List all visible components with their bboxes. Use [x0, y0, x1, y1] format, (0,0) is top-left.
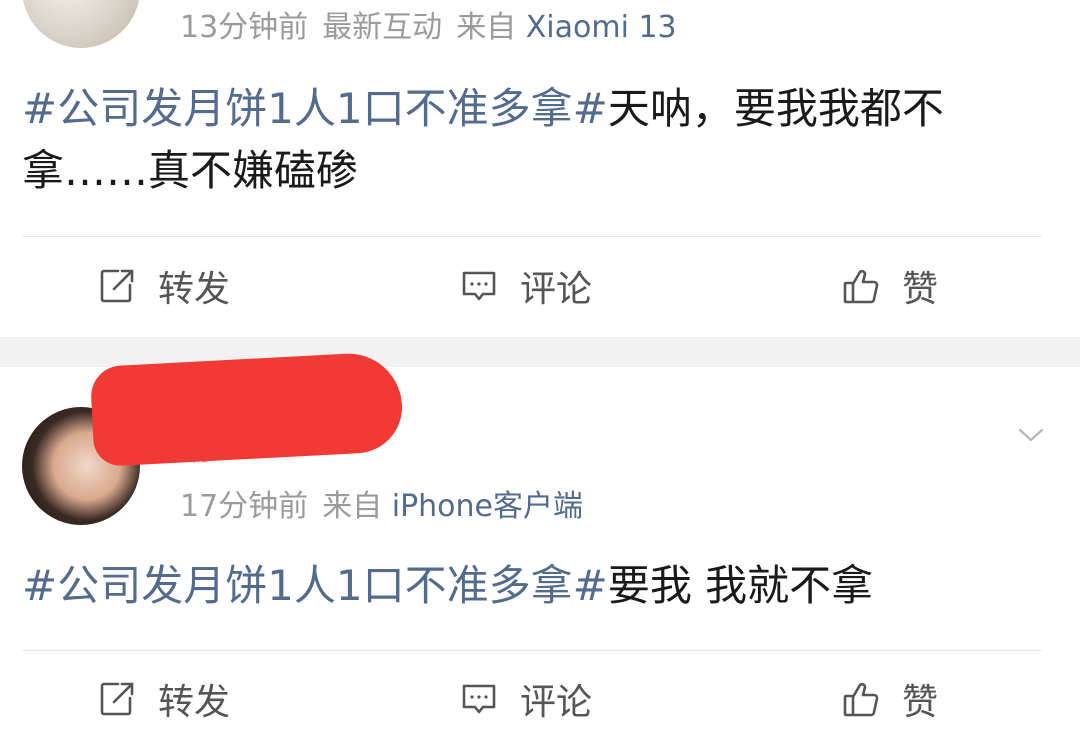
comment-icon — [462, 271, 496, 301]
comment-button[interactable]: 评论 — [460, 669, 592, 729]
post-card: 13分钟前 最新互动 来自 Xiaomi 13 #公司发月饼1人1口不准多拿#天呐，… — [0, 0, 1080, 337]
divider — [22, 650, 1042, 651]
hashtag-link[interactable]: #公司发月饼1人1口不准多拿# — [22, 561, 608, 610]
redaction-mark — [89, 350, 405, 468]
post-card: 娟 17分钟前来自 iPhone客户端 #公司发月饼1人1口不准多拿#要我 我就… — [0, 350, 1080, 750]
divider — [22, 236, 1042, 237]
action-bar: 转发 评论 赞 — [0, 669, 1080, 729]
action-bar: 转发 评论 赞 — [0, 256, 1080, 316]
post-content: #公司发月饼1人1口不准多拿#天呐，要我我都不拿……真不嫌磕碜 — [22, 78, 1052, 202]
like-button[interactable]: 赞 — [842, 669, 938, 729]
post-source[interactable]: Xiaomi 13 — [526, 10, 677, 45]
repost-label: 转发 — [158, 269, 231, 310]
post-meta: 13分钟前 最新互动 来自 Xiaomi 13 — [180, 2, 677, 46]
like-button[interactable]: 赞 — [842, 256, 938, 316]
comment-label: 评论 — [520, 682, 593, 723]
source-prefix: 来自 — [456, 10, 517, 45]
comment-label: 评论 — [520, 269, 593, 310]
repost-button[interactable]: 转发 — [98, 256, 230, 316]
like-label: 赞 — [902, 269, 939, 310]
repost-icon — [100, 682, 134, 716]
source-prefix: 来自 — [322, 489, 383, 524]
post-text: 要我 我就不拿 — [607, 561, 874, 610]
post-content: #公司发月饼1人1口不准多拿#要我 我就不拿 — [22, 555, 1052, 617]
post-time: 13分钟前 — [180, 10, 309, 45]
repost-label: 转发 — [158, 682, 231, 723]
weibo-feed: 13分钟前 最新互动 来自 Xiaomi 13 #公司发月饼1人1口不准多拿#天呐，… — [0, 0, 1080, 750]
hashtag-link[interactable]: #公司发月饼1人1口不准多拿# — [22, 84, 608, 133]
like-label: 赞 — [902, 682, 939, 723]
repost-button[interactable]: 转发 — [98, 669, 230, 729]
post-source[interactable]: iPhone客户端 — [392, 489, 583, 524]
chevron-down-icon[interactable] — [1018, 422, 1044, 448]
thumbs-up-icon — [843, 269, 879, 304]
comment-icon — [462, 684, 496, 714]
post-label: 最新互动 — [322, 10, 443, 45]
repost-icon — [100, 269, 134, 303]
thumbs-up-icon — [843, 682, 879, 717]
post-meta: 17分钟前 来自 iPhone客户端 — [180, 481, 583, 525]
avatar[interactable] — [22, 0, 140, 48]
post-time: 17分钟前 — [180, 489, 309, 524]
comment-button[interactable]: 评论 — [460, 256, 592, 316]
